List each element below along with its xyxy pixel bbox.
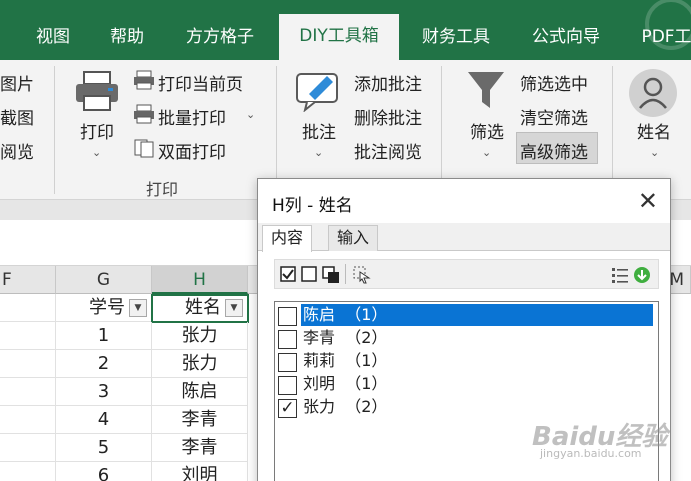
chevron-down-icon[interactable]: ⌄ (314, 146, 323, 159)
ribbon-item-image[interactable]: 图片 (0, 70, 34, 95)
tab-help[interactable]: 帮助 (94, 18, 160, 60)
cell-name[interactable]: 李青 (152, 406, 248, 434)
cell-name[interactable]: 张力 (152, 322, 248, 350)
close-icon[interactable]: ✕ (638, 187, 658, 215)
name-button[interactable]: 姓名 (637, 118, 671, 143)
printer-icon[interactable] (74, 70, 120, 112)
ribbon-item-screenshot[interactable]: 截图 (0, 104, 34, 129)
tab-formula[interactable]: 公式向导 (516, 18, 616, 60)
chevron-down-icon[interactable]: ⌄ (650, 146, 659, 159)
list-item[interactable]: 李青 （2） (275, 327, 658, 350)
ribbon-tab-bar: 视图 帮助 方方格子 DIY工具箱 财务工具 公式向导 PDF工具 (0, 0, 691, 60)
cell-f[interactable] (0, 322, 56, 350)
clear-filter-button[interactable]: 清空筛选 (520, 104, 588, 129)
download-icon[interactable] (633, 266, 651, 284)
cell-f[interactable] (0, 434, 56, 462)
cell-student-id[interactable]: 4 (56, 406, 152, 434)
chevron-down-icon[interactable]: ⌄ (246, 108, 255, 121)
comment-preview-button[interactable]: 批注阅览 (354, 138, 422, 163)
tab-content[interactable]: 内容 (262, 225, 313, 252)
delete-comment-button[interactable]: 删除批注 (354, 104, 422, 129)
list-item-text: 李青 （2） (303, 328, 388, 347)
list-item[interactable]: 陈启 （1） (275, 304, 658, 327)
print-current-page-button[interactable]: 打印当前页 (158, 70, 243, 95)
chevron-down-icon[interactable]: ⌄ (92, 146, 101, 159)
list-item[interactable]: 莉莉 （1） (275, 350, 658, 373)
filter-selected-button[interactable]: 筛选选中 (520, 70, 588, 95)
print-group-label: 打印 (146, 180, 179, 199)
pointer-select-icon[interactable] (353, 266, 371, 284)
cell-f[interactable] (0, 350, 56, 378)
checkbox[interactable] (278, 307, 297, 326)
list-item-text: 刘明 （1） (303, 374, 388, 393)
cell-student-id[interactable]: 6 (56, 462, 152, 481)
dialog-toolbar (274, 259, 659, 289)
cell-name[interactable]: 张力 (152, 350, 248, 378)
list-item-text: 莉莉 （1） (303, 351, 388, 370)
list-item-text: 张力 （2） (303, 397, 388, 416)
checkbox[interactable] (278, 330, 297, 349)
duplex-print-button[interactable]: 双面打印 (158, 138, 226, 163)
tab-finance[interactable]: 财务工具 (406, 18, 506, 60)
deselect-all-icon[interactable] (301, 266, 317, 282)
group-separator (612, 66, 613, 194)
checkbox[interactable] (278, 353, 297, 372)
ribbon-item-preview[interactable]: 阅览 (0, 138, 34, 163)
batch-print-icon (134, 104, 154, 124)
advanced-filter-button[interactable]: 高级筛选 (520, 138, 588, 163)
avatar-icon[interactable] (628, 68, 678, 118)
cell-f1[interactable] (0, 294, 56, 322)
print-button[interactable]: 打印 (80, 118, 114, 143)
list-options-icon[interactable] (611, 266, 629, 284)
cell-f[interactable] (0, 378, 56, 406)
checkbox-checked[interactable]: ✓ (278, 399, 297, 418)
comment-icon[interactable] (295, 68, 341, 112)
filter-icon[interactable] (466, 70, 506, 114)
watermark-url: jingyan.baidu.com (540, 447, 642, 460)
cell-student-id[interactable]: 1 (56, 322, 152, 350)
comment-button[interactable]: 批注 (302, 118, 336, 143)
filter-dropdown-g[interactable]: ▼ (129, 299, 147, 317)
tab-fangfang[interactable]: 方方格子 (170, 18, 270, 60)
invert-selection-icon[interactable] (322, 266, 340, 284)
chevron-down-icon[interactable]: ⌄ (482, 146, 491, 159)
duplex-print-icon (134, 139, 154, 158)
cell-f[interactable] (0, 406, 56, 434)
add-comment-button[interactable]: 添加批注 (354, 70, 422, 95)
filter-button[interactable]: 筛选 (470, 118, 504, 143)
group-separator (54, 66, 55, 194)
toolbar-separator (345, 264, 346, 284)
tab-view[interactable]: 视图 (20, 18, 86, 60)
cell-student-id[interactable]: 2 (56, 350, 152, 378)
cell-student-id[interactable]: 3 (56, 378, 152, 406)
group-separator (441, 66, 442, 194)
list-item[interactable]: 刘明 （1） (275, 373, 658, 396)
logo-icon (645, 0, 691, 50)
print-current-icon (134, 70, 154, 90)
cell-name[interactable]: 刘明 (152, 462, 248, 481)
batch-print-button[interactable]: 批量打印 (158, 104, 226, 129)
dialog-tab-strip: 内容 输入 (258, 223, 670, 252)
list-item-text: 陈启 （1） (301, 304, 653, 326)
tab-diy-toolbox[interactable]: DIY工具箱 (279, 14, 399, 60)
dialog-title: H列 - 姓名 (272, 196, 353, 216)
checkbox[interactable] (278, 376, 297, 395)
cell-student-id[interactable]: 5 (56, 434, 152, 462)
group-separator (276, 66, 277, 194)
column-header-g[interactable]: G (56, 266, 152, 294)
cell-name[interactable]: 李青 (152, 434, 248, 462)
tab-input[interactable]: 输入 (328, 225, 379, 251)
column-header-f[interactable]: F (0, 266, 56, 294)
cell-name[interactable]: 陈启 (152, 378, 248, 406)
cell-f[interactable] (0, 462, 56, 481)
select-all-icon[interactable] (280, 266, 296, 282)
active-cell-border (151, 294, 249, 323)
column-header-h[interactable]: H (152, 266, 248, 294)
